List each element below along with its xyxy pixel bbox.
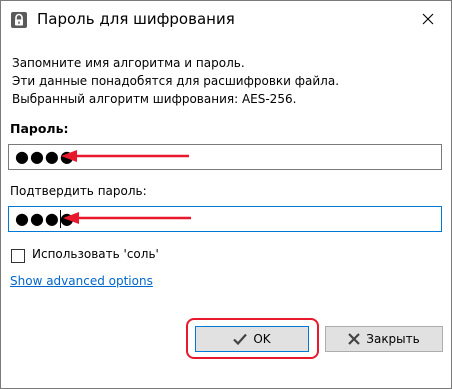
window-close-button[interactable] <box>405 1 451 37</box>
confirm-password-label: Подтвердить пароль: <box>10 184 147 198</box>
ok-button-label: OK <box>253 332 271 346</box>
title-bar[interactable]: Пароль для шифрования <box>1 1 451 37</box>
lock-icon <box>10 11 28 29</box>
text-caret <box>60 210 61 228</box>
arrow-annotation-icon <box>63 212 191 224</box>
checkmark-icon <box>233 333 248 345</box>
close-button-label: Закрыть <box>366 332 420 346</box>
info-line: Выбранный алгоритм шифрования: AES-256. <box>12 92 297 106</box>
window-title: Пароль для шифрования <box>37 10 235 28</box>
show-advanced-options-link[interactable]: Show advanced options <box>10 274 153 288</box>
close-icon <box>422 13 434 25</box>
info-line: Эти данные понадобятся для расшифровки ф… <box>12 74 340 88</box>
password-dialog: Пароль для шифрования Запомните имя алго… <box>0 0 452 389</box>
close-icon <box>348 333 361 345</box>
info-line: Запомните имя алгоритма и пароль. <box>12 56 245 70</box>
password-label: Пароль: <box>10 121 69 136</box>
salt-checkbox-label[interactable]: Использовать 'соль' <box>32 247 159 261</box>
ok-button[interactable]: OK <box>195 326 309 352</box>
close-button[interactable]: Закрыть <box>325 326 443 352</box>
info-text: Запомните имя алгоритма и пароль. Эти да… <box>12 54 339 108</box>
arrow-annotation-icon <box>61 150 189 162</box>
salt-checkbox[interactable] <box>11 249 25 263</box>
